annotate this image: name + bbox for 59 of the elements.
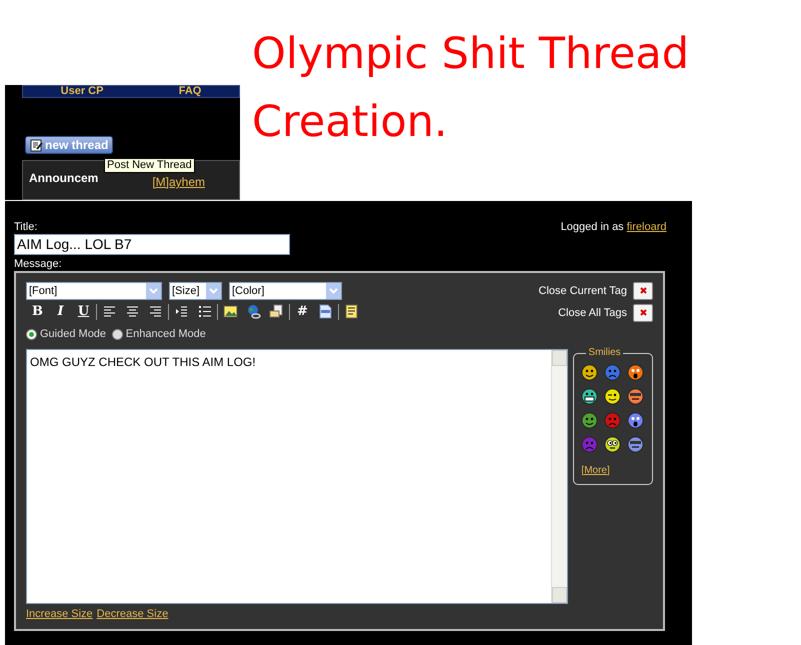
title-input[interactable]: AIM Log... LOL B7 [14,234,290,255]
align-center-icon[interactable] [125,304,140,319]
close-tag-button[interactable] [633,304,653,322]
message-textarea[interactable]: OMG GUYZ CHECK OUT THIS AIM LOG! [26,348,568,604]
tooltip: Post New Thread [104,158,195,173]
indent-icon[interactable] [174,304,189,319]
logged-in-text: Logged in as [560,221,624,233]
document-pencil-icon [30,138,43,152]
more-link[interactable]: [More] [581,464,610,476]
title-label: Title: [14,221,38,234]
close-icon [640,287,646,294]
announcement-label: Announcem [29,170,98,187]
list-icon[interactable] [197,304,212,319]
align-right-icon[interactable] [148,304,163,319]
radio-button[interactable] [112,328,123,340]
smiley-icon[interactable] [581,412,598,428]
close-tag-label: Close All Tags [558,306,627,320]
chevron-down-icon [209,288,218,294]
smilies-title: Smilies [586,346,623,358]
smiley-icon[interactable] [604,388,622,404]
document-envelope-icon[interactable] [269,304,284,319]
format-button[interactable]: # [291,302,314,320]
globe-link-icon[interactable] [246,304,261,319]
resize-link[interactable]: Increase Size [26,606,93,623]
message-text: OMG GUYZ CHECK OUT THIS AIM LOG! [29,354,257,370]
nav-link[interactable]: FAQ [178,86,202,97]
smiley-icon[interactable] [581,364,598,380]
caption-text: Olympic Shit Thread [252,28,690,81]
dropdown[interactable]: [Font] [26,282,162,300]
smiley-icon[interactable] [627,412,644,428]
announcement-link[interactable]: [M]ayhem [152,173,206,191]
smiley-icon[interactable] [604,436,622,452]
format-button[interactable]: I [49,302,72,320]
quote-icon[interactable] [344,304,359,319]
caption-text: Creation. [252,96,449,149]
nav-link[interactable]: User CP [60,86,104,97]
mode-label: Enhanced Mode [126,327,206,342]
message-label: Message: [14,258,63,271]
resize-link[interactable]: Decrease Size [96,606,168,623]
smiley-icon[interactable] [627,436,644,452]
chevron-down-icon [149,288,158,294]
picture-icon[interactable] [223,304,238,319]
close-tag-label: Close Current Tag [538,284,627,298]
scrollbar[interactable] [551,350,568,602]
chevron-down-icon [329,288,338,294]
format-button[interactable]: B [26,302,49,320]
close-icon [640,309,646,316]
align-left-icon[interactable] [102,304,117,319]
smiley-icon[interactable] [581,388,598,404]
php-file-icon[interactable] [318,304,333,319]
smiley-icon[interactable] [627,388,644,404]
close-tag-button[interactable] [633,282,653,300]
radio-button[interactable] [26,328,37,340]
username-link[interactable]: fireloard [626,221,666,233]
format-button[interactable]: U [72,302,95,320]
smiley-icon[interactable] [627,364,644,380]
dropdown[interactable]: [Color] [229,282,342,300]
mode-label: Guided Mode [40,327,106,342]
dropdown[interactable]: [Size] [169,282,222,300]
